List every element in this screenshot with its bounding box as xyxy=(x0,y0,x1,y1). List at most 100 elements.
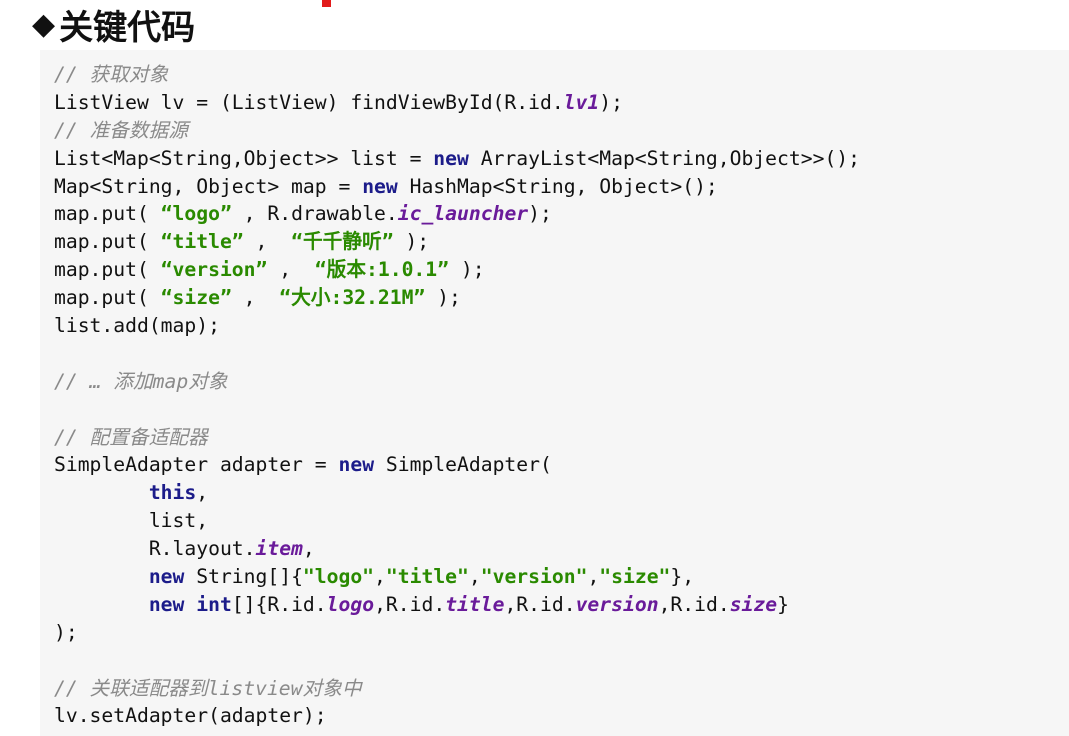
code-field: item xyxy=(255,537,303,561)
code-line: // 配置备适配器 xyxy=(54,424,860,452)
code-text: , xyxy=(267,258,315,282)
code-field: lv1 xyxy=(563,90,600,114)
code-keyword: new xyxy=(362,174,398,198)
code-text: map.put( xyxy=(54,258,161,282)
diamond-bullet-icon: ◆ xyxy=(32,6,56,42)
code-field: title xyxy=(445,592,505,616)
code-line: R.layout.item, xyxy=(54,535,860,563)
code-text: map.put( xyxy=(54,230,161,254)
code-text: R.layout. xyxy=(54,537,256,561)
code-text: , xyxy=(302,537,315,561)
code-text: ,R.id. xyxy=(504,592,576,616)
code-keyword: new xyxy=(148,565,185,589)
code-text: ); xyxy=(599,90,623,114)
code-line: map.put( “version” , “版本:1.0.1” ); xyxy=(54,256,860,284)
code-text: ); xyxy=(449,258,485,282)
red-marker xyxy=(322,0,331,7)
code-string: “title” xyxy=(160,230,244,254)
code-text: lv.setAdapter(adapter); xyxy=(54,704,327,728)
code-text: ); xyxy=(425,286,461,310)
code-line: // 关联适配器到listview对象中 xyxy=(54,675,860,703)
code-line: SimpleAdapter adapter = new SimpleAdapte… xyxy=(54,451,860,479)
code-line: // 准备数据源 xyxy=(54,117,860,145)
code-string: "title" xyxy=(385,565,469,589)
code-keyword: new xyxy=(148,592,185,616)
code-line: this, xyxy=(54,479,860,507)
code-text: list.add(map); xyxy=(54,314,220,338)
code-text: SimpleAdapter( xyxy=(374,453,552,477)
code-text: String[]{ xyxy=(184,565,303,589)
code-text: , xyxy=(374,565,386,589)
code-line: new int[]{R.id.logo,R.id.title,R.id.vers… xyxy=(54,591,860,619)
code-text: , xyxy=(196,481,209,505)
code-text: []{R.id. xyxy=(231,592,327,616)
code-comment: // 关联适配器到listview对象中 xyxy=(54,676,362,700)
code-line: // … 添加map对象 xyxy=(54,368,860,396)
code-field: version xyxy=(575,592,659,616)
code-line: lv.setAdapter(adapter); xyxy=(54,702,860,730)
code-keyword: int xyxy=(196,592,232,616)
code-text: ,R.id. xyxy=(658,592,730,616)
code-text: ArrayList<Map<String,Object>>(); xyxy=(468,146,861,170)
code-text: }, xyxy=(670,565,695,589)
code-string: “千千静听” xyxy=(291,230,394,254)
code-field: ic_launcher xyxy=(397,202,529,226)
code-text: ,R.id. xyxy=(374,592,446,616)
code-text: , xyxy=(231,286,280,310)
code-line: list, xyxy=(54,507,860,535)
code-text: SimpleAdapter adapter = xyxy=(54,453,339,477)
code-field: logo xyxy=(326,592,375,616)
code-string: "version" xyxy=(480,565,588,589)
code-block: // 获取对象 ListView lv = (ListView) findView… xyxy=(54,61,860,730)
code-keyword: new xyxy=(338,453,375,477)
code-text: Map<String, Object> map = xyxy=(54,174,363,198)
code-text: HashMap<String, Object>(); xyxy=(397,174,718,198)
code-line: map.put( “size” , “大小:32.21M” ); xyxy=(54,284,860,312)
code-text: ); xyxy=(393,230,430,254)
code-keyword: new xyxy=(433,146,469,170)
code-text: } xyxy=(777,592,789,616)
code-comment: // 获取对象 xyxy=(54,63,169,86)
code-line: Map<String, Object> map = new HashMap<St… xyxy=(54,173,860,201)
code-line: ); xyxy=(54,619,860,647)
code-string: "logo" xyxy=(302,565,375,589)
code-string: “版本:1.0.1” xyxy=(314,258,449,282)
code-line: ListView lv = (ListView) findViewById(R.… xyxy=(54,89,860,117)
code-text: ); xyxy=(54,620,78,644)
code-line: map.put( “logo” , R.drawable.ic_launcher… xyxy=(54,200,860,228)
section-heading: ◆ 关键代码 xyxy=(32,2,196,48)
code-comment: // 准备数据源 xyxy=(54,118,188,142)
code-keyword: this xyxy=(148,481,197,505)
code-string: "size" xyxy=(599,565,671,589)
code-text: , R.drawable. xyxy=(231,202,398,226)
code-text: ); xyxy=(528,202,552,226)
code-text: map.put( xyxy=(54,202,161,226)
code-line: List<Map<String,Object>> list = new Arra… xyxy=(54,145,860,173)
code-string: “version” xyxy=(160,258,268,282)
code-text: list, xyxy=(54,509,209,533)
code-text: , xyxy=(587,565,600,589)
code-string: “大小:32.21M” xyxy=(279,286,426,310)
code-line: // 获取对象 xyxy=(54,61,860,89)
code-field: size xyxy=(729,592,778,616)
code-line: new String[]{"logo","title","version","s… xyxy=(54,563,860,591)
code-comment: // … 添加map对象 xyxy=(54,369,228,393)
code-text: , xyxy=(468,565,481,589)
heading-title: 关键代码 xyxy=(59,7,196,48)
code-text: ListView lv = (ListView) findViewById(R.… xyxy=(54,90,564,114)
code-line: list.add(map); xyxy=(54,312,860,340)
code-string: “logo” xyxy=(160,202,232,226)
code-text: map.put( xyxy=(54,286,161,310)
code-text: , xyxy=(243,230,292,254)
code-line: map.put( “title” , “千千静听” ); xyxy=(54,228,860,256)
code-comment: // 配置备适配器 xyxy=(54,425,208,449)
code-text: List<Map<String,Object>> list = xyxy=(54,146,434,170)
code-string: “size” xyxy=(160,286,232,310)
